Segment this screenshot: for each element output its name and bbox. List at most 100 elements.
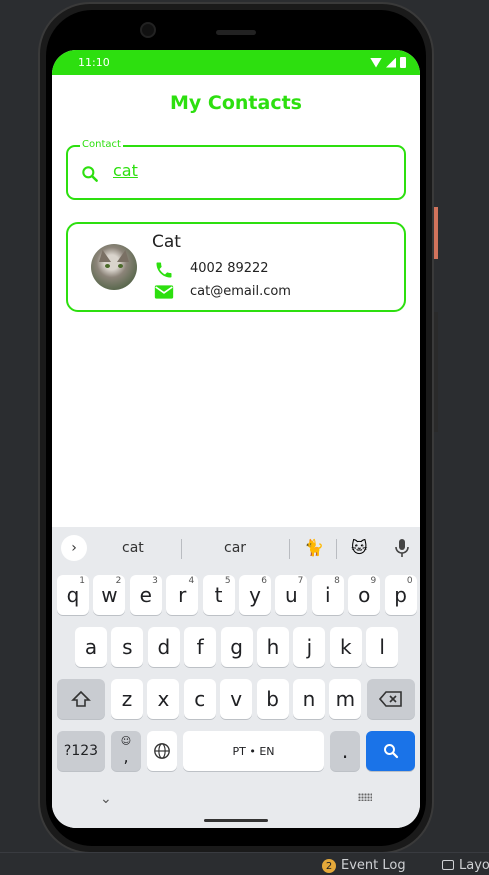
key-h[interactable]: h xyxy=(257,627,289,667)
key-f[interactable]: f xyxy=(184,627,217,667)
key-label: p xyxy=(394,583,407,607)
key-label: u xyxy=(285,583,298,607)
period-key[interactable]: . xyxy=(330,731,360,771)
key-hint: 5 xyxy=(224,576,231,586)
shift-icon xyxy=(71,690,91,707)
emoji-suggestion-cat-face[interactable]: 🐱 xyxy=(351,538,368,557)
key-z[interactable]: z xyxy=(111,679,143,719)
signal-icon xyxy=(386,57,396,68)
key-label: w xyxy=(101,583,118,607)
comma-key[interactable]: ☺ , xyxy=(111,731,141,771)
status-bar: 11:10 xyxy=(52,50,420,75)
layout-inspector-icon xyxy=(442,860,454,870)
search-icon xyxy=(82,166,98,182)
key-y[interactable]: y6 xyxy=(239,575,271,615)
key-label: q xyxy=(66,583,80,607)
chevron-right-icon: › xyxy=(71,540,77,556)
email-icon xyxy=(154,285,174,299)
emoji-suggestion-cat[interactable]: 🐈 xyxy=(304,538,324,557)
globe-icon xyxy=(154,743,170,759)
key-b[interactable]: b xyxy=(256,679,289,719)
key-hint: 6 xyxy=(261,576,267,586)
key-p[interactable]: p0 xyxy=(384,575,417,615)
language-key[interactable] xyxy=(147,731,177,771)
key-w[interactable]: w2 xyxy=(93,575,126,615)
avatar xyxy=(91,244,137,290)
key-u[interactable]: u7 xyxy=(275,575,308,615)
wifi-icon xyxy=(370,57,382,68)
contact-email: cat@email.com xyxy=(190,284,291,299)
key-l[interactable]: l xyxy=(366,627,399,667)
space-key[interactable]: PT • EN xyxy=(183,731,324,771)
search-input[interactable]: cat xyxy=(113,161,138,180)
key-x[interactable]: x xyxy=(147,679,180,719)
contact-name: Cat xyxy=(152,232,181,252)
key-m[interactable]: m xyxy=(329,679,362,719)
key-hint: 0 xyxy=(406,576,413,586)
key-r[interactable]: r4 xyxy=(166,575,199,615)
phone-icon xyxy=(156,262,172,278)
symbols-key[interactable]: ?123 xyxy=(57,731,105,771)
key-label: e xyxy=(139,583,152,607)
suggestion-item[interactable]: car xyxy=(224,540,246,556)
key-hint: 7 xyxy=(297,576,304,586)
divider xyxy=(181,539,182,559)
key-d[interactable]: d xyxy=(147,627,180,667)
soft-keyboard: › cat car 🐈 🐱 q1w2e3r4t5y6u7i8o9p0 asdfg… xyxy=(52,527,420,828)
key-q[interactable]: q1 xyxy=(57,575,89,615)
key-g[interactable]: g xyxy=(220,627,253,667)
key-hint: 9 xyxy=(370,576,377,586)
layout-inspector-button[interactable]: Layo xyxy=(459,858,489,873)
divider xyxy=(336,539,337,559)
home-indicator[interactable] xyxy=(204,819,268,822)
hide-keyboard-icon[interactable]: ⌄ xyxy=(100,791,112,807)
divider xyxy=(289,539,290,559)
search-action-key[interactable] xyxy=(366,731,415,771)
contact-search-field[interactable]: Contact cat xyxy=(66,139,406,200)
key-label: o xyxy=(358,583,371,607)
battery-icon xyxy=(400,57,406,68)
shift-key[interactable] xyxy=(57,679,105,719)
contact-card[interactable]: Cat 4002 89222 cat@email.com xyxy=(66,222,406,312)
key-c[interactable]: c xyxy=(183,679,216,719)
power-button[interactable] xyxy=(434,207,438,259)
key-label: r xyxy=(178,583,187,607)
event-count-badge: 2 xyxy=(322,859,336,873)
key-a[interactable]: a xyxy=(75,627,107,667)
key-t[interactable]: t5 xyxy=(202,575,235,615)
key-label: t xyxy=(214,583,223,607)
key-v[interactable]: v xyxy=(220,679,253,719)
key-label: i xyxy=(325,583,331,607)
search-icon xyxy=(383,744,398,759)
key-o[interactable]: o9 xyxy=(348,575,381,615)
ide-status-bar: 2 Event Log Layo xyxy=(0,852,489,875)
key-k[interactable]: k xyxy=(329,627,362,667)
comma-label: , xyxy=(123,746,129,766)
key-s[interactable]: s xyxy=(111,627,144,667)
front-camera xyxy=(140,22,156,38)
page-title: My Contacts xyxy=(170,92,302,114)
phone-screen: 11:10 My Contacts Contact cat Cat 4002 8… xyxy=(52,50,420,828)
keyboard-grid-icon[interactable] xyxy=(358,793,372,801)
key-hint: 3 xyxy=(152,576,158,586)
key-hint: 4 xyxy=(188,576,195,586)
expand-suggestions-button[interactable]: › xyxy=(61,535,87,561)
earpiece-speaker xyxy=(216,30,256,35)
backspace-key[interactable] xyxy=(367,679,415,719)
microphone-icon[interactable] xyxy=(394,538,410,558)
suggestion-item[interactable]: cat xyxy=(122,540,144,556)
key-hint: 8 xyxy=(334,576,340,586)
volume-button[interactable] xyxy=(434,312,438,432)
status-icons xyxy=(370,57,406,68)
key-e[interactable]: e3 xyxy=(129,575,162,615)
search-field-label: Contact xyxy=(80,139,123,150)
key-i[interactable]: i8 xyxy=(311,575,344,615)
contact-phone: 4002 89222 xyxy=(190,261,269,276)
key-j[interactable]: j xyxy=(293,627,326,667)
status-time: 11:10 xyxy=(78,56,110,69)
suggestion-strip: › cat car 🐈 🐱 xyxy=(52,535,420,561)
key-n[interactable]: n xyxy=(293,679,325,719)
emoji-icon: ☺ xyxy=(120,735,132,747)
event-log-button[interactable]: Event Log xyxy=(341,858,406,873)
key-hint: 2 xyxy=(115,576,122,586)
